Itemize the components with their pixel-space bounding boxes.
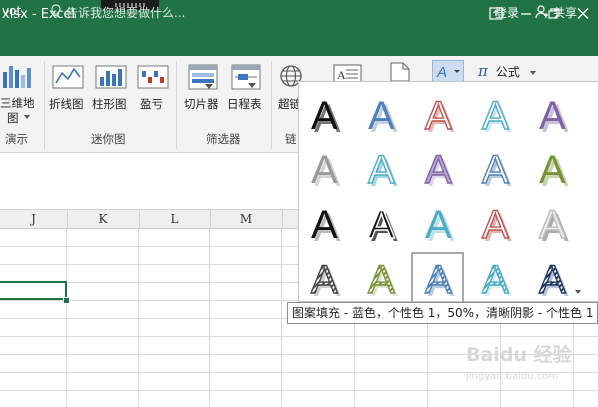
wordart-letter: A	[482, 94, 509, 138]
wordart-letter: A	[311, 258, 338, 302]
equation-label: 公式	[495, 65, 520, 79]
column-header-m[interactable]: M	[210, 210, 283, 228]
group-label-sparklines: 迷你图	[91, 132, 126, 146]
svg-text:A: A	[436, 64, 447, 81]
column-header-row: J K L M	[0, 210, 300, 229]
timeline-button[interactable]	[230, 63, 262, 94]
person-icon	[535, 5, 548, 19]
wordart-style-2[interactable]: AA	[354, 88, 410, 140]
column-header-j[interactable]: J	[0, 210, 68, 228]
wordart-letter: A	[368, 148, 395, 192]
winloss-sparkline-icon	[137, 65, 169, 89]
wordart-style-6[interactable]: AA	[297, 142, 353, 194]
svg-text:A: A	[337, 68, 346, 82]
wordart-style-4[interactable]: AA	[468, 88, 524, 140]
3d-map-button[interactable]	[2, 62, 32, 93]
3d-map-label-1: 三维地	[0, 96, 35, 110]
wordart-style-7[interactable]: AA	[354, 142, 410, 194]
chevron-down-icon	[529, 70, 536, 75]
menu-bar	[0, 32, 598, 56]
sign-in-link[interactable]: 登录	[495, 4, 519, 21]
tell-me-search[interactable]: 告诉我您想要做什么...	[66, 4, 185, 21]
wordart-style-5[interactable]: AA	[525, 88, 581, 140]
line-sparkline-icon	[52, 65, 84, 89]
wordart-style-12[interactable]: AA	[354, 197, 410, 249]
selected-cell[interactable]	[0, 281, 67, 300]
wordart-style-16[interactable]: AA	[297, 252, 353, 304]
baidu-watermark-text: Baidu 经验	[466, 344, 572, 366]
wordart-letter: A	[539, 203, 566, 247]
wordart-style-20[interactable]: AA	[525, 252, 581, 304]
fill-handle[interactable]	[63, 297, 70, 304]
wordart-letter: A	[482, 203, 509, 247]
equation-button[interactable]: π 公式	[478, 62, 536, 80]
baidu-watermark-url: jingyan.baidu.com	[466, 371, 559, 382]
3d-map-label-2: 图	[7, 111, 19, 125]
chevron-down-icon[interactable]	[575, 290, 581, 294]
sparkline-winloss-label: 盈亏	[140, 97, 163, 111]
wordart-letter: A	[368, 94, 395, 138]
wordart-letter: A	[368, 203, 395, 247]
column-header-l[interactable]: L	[139, 210, 211, 228]
wordart-style-11[interactable]: AA	[297, 197, 353, 249]
wordart-style-15[interactable]: AA	[525, 197, 581, 249]
sparkline-column-button[interactable]	[95, 63, 127, 94]
wordart-letter: A	[311, 94, 338, 138]
timeline-icon	[231, 64, 261, 90]
tab-powerpivot[interactable]: vot	[2, 4, 21, 18]
gallery-hover-frame	[411, 252, 464, 304]
group-label-links: 链	[285, 132, 297, 146]
wordart-letter: A	[539, 94, 566, 138]
lightbulb-icon	[49, 3, 63, 19]
wordart-letter: A	[311, 203, 338, 247]
group-divider	[176, 61, 177, 149]
wordart-letter: A	[539, 258, 566, 302]
wordart-letter: A	[482, 148, 509, 192]
wordart-style-17[interactable]: AA	[354, 252, 410, 304]
wordart-icon: A	[436, 64, 460, 81]
wordart-letter: A	[425, 203, 452, 247]
wordart-letter: A	[368, 258, 395, 302]
share-button[interactable]: 共享	[531, 2, 589, 22]
sparkline-winloss-button[interactable]	[137, 63, 169, 94]
wordart-style-19[interactable]: AA	[468, 252, 524, 304]
wordart-letter: A	[425, 148, 452, 192]
group-divider	[271, 61, 272, 149]
wordart-letter: A	[425, 94, 452, 138]
column-header-k[interactable]: K	[67, 210, 140, 228]
wordart-button[interactable]: A	[432, 60, 464, 82]
wordart-style-1[interactable]: AA	[297, 88, 353, 140]
slicer-icon	[188, 64, 218, 90]
slicer-button[interactable]	[187, 63, 219, 94]
column-sparkline-icon	[95, 65, 127, 89]
wordart-letter: A	[482, 258, 509, 302]
wordart-letter: A	[539, 148, 566, 192]
group-label-tours: 演示	[5, 132, 28, 146]
globe-map-icon	[3, 66, 31, 88]
sparkline-column-label: 柱形图	[92, 97, 127, 111]
chevron-down-icon	[24, 115, 30, 119]
timeline-label: 日程表	[227, 97, 262, 111]
group-label-filters: 筛选器	[206, 132, 241, 146]
slicer-label: 切片器	[184, 97, 219, 111]
pi-icon: π	[478, 62, 488, 80]
wordart-style-10[interactable]: AA	[525, 142, 581, 194]
wordart-style-9[interactable]: AA	[468, 142, 524, 194]
wordart-style-3[interactable]: AA	[411, 88, 467, 140]
wordart-letter: A	[311, 148, 338, 192]
sparkline-line-button[interactable]	[52, 63, 84, 94]
style-tooltip: 图案填充 - 蓝色，个性色 1，50%，清晰阴影 - 个性色 1	[287, 302, 598, 324]
wordart-style-13[interactable]: AA	[411, 197, 467, 249]
wordart-style-14[interactable]: AA	[468, 197, 524, 249]
page-icon	[390, 62, 410, 82]
share-label: 共享	[553, 6, 578, 20]
sparkline-line-label: 折线图	[49, 97, 84, 111]
wordart-style-8[interactable]: AA	[411, 142, 467, 194]
group-divider	[44, 61, 45, 149]
